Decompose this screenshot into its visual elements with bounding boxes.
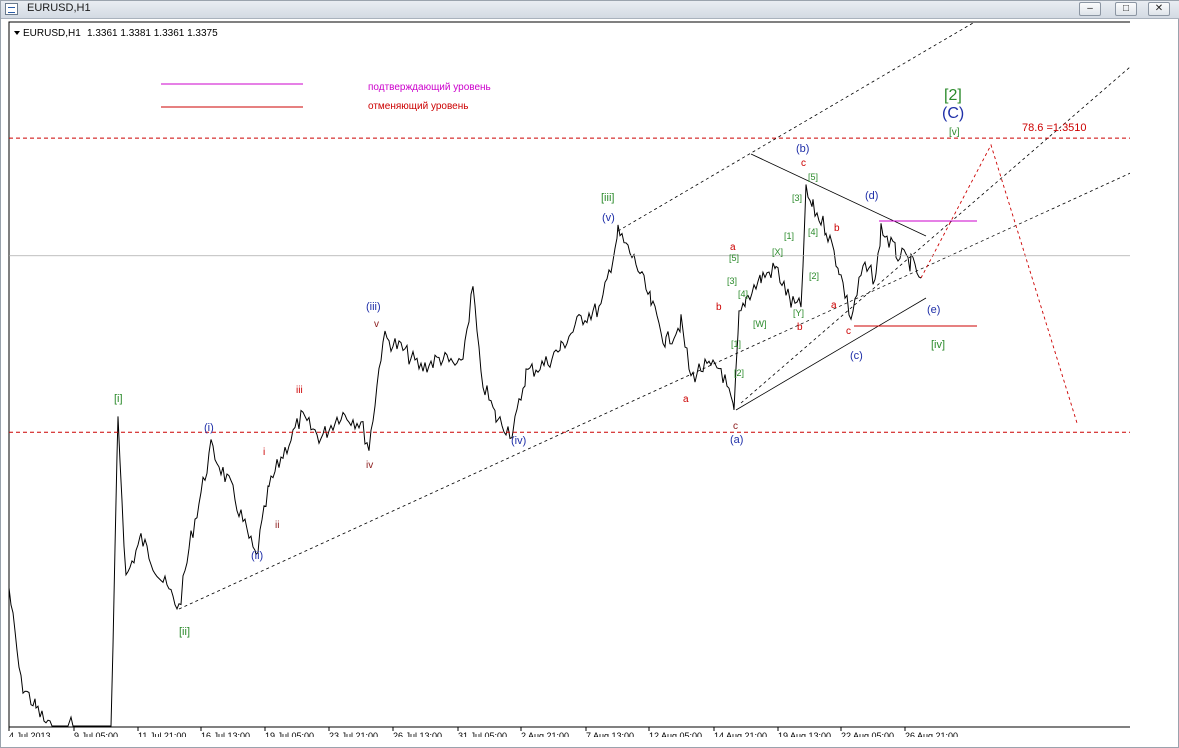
wave-label: c <box>733 421 738 432</box>
x-tick-label: 2 Aug 21:00 <box>521 731 569 737</box>
x-tick-label: 9 Jul 05:00 <box>74 731 118 737</box>
chart-symbol-label: EURUSD,H1 <box>23 28 81 39</box>
channel-lower-line <box>178 172 1130 610</box>
wave-label: b <box>716 302 722 313</box>
x-tick-label: 22 Aug 05:00 <box>841 731 894 737</box>
wave-label: [2] <box>944 87 962 104</box>
chart-menu-arrow-icon[interactable] <box>14 31 20 35</box>
wave-label: iv <box>366 460 373 471</box>
x-tick-label: 23 Jul 21:00 <box>329 731 378 737</box>
legend-confirm-label: подтверждающий уровень <box>368 82 491 93</box>
wave-label: (b) <box>796 143 809 155</box>
restore-button[interactable]: □ <box>1115 2 1137 16</box>
wave-label: [1] <box>784 231 794 241</box>
minimize-button[interactable]: – <box>1079 2 1101 16</box>
wave-label: [3] <box>727 276 737 286</box>
wave-label: (c) <box>850 350 863 362</box>
x-tick-label: 4 Jul 2013 <box>9 731 51 737</box>
x-tick-label: 26 Aug 21:00 <box>905 731 958 737</box>
wave-label: (v) <box>602 212 615 224</box>
wave-label: v <box>374 319 379 330</box>
wave-label: [5] <box>729 253 739 263</box>
fib-target-label: 78.6 =1.3510 <box>1022 122 1087 134</box>
wave-label: [ii] <box>179 626 190 638</box>
wave-label: [Y] <box>793 308 804 318</box>
wave-label: [3] <box>792 193 802 203</box>
wave-label: ii <box>275 520 279 531</box>
x-tick-label: 11 Jul 21:00 <box>138 731 186 737</box>
wave-label: a <box>730 242 736 253</box>
wave-label: (d) <box>865 190 878 202</box>
channel-mid-line <box>740 66 1130 404</box>
price-series-line <box>8 184 922 727</box>
wave-label: [v] <box>949 127 960 138</box>
wave-label: [2] <box>734 368 744 378</box>
wave-label: (ii) <box>251 550 263 562</box>
wave-label: (e) <box>927 304 940 316</box>
x-tick-label: 7 Aug 13:00 <box>586 731 634 737</box>
wave-label: b <box>834 223 840 234</box>
x-tick-label: 19 Jul 05:00 <box>265 731 314 737</box>
wave-label: i <box>263 447 265 458</box>
chart-window-icon <box>5 3 18 15</box>
wave-label: [4] <box>808 227 818 237</box>
wave-label: b <box>797 322 803 333</box>
x-tick-label: 12 Aug 05:00 <box>649 731 702 737</box>
x-tick-label: 19 Aug 13:00 <box>778 731 831 737</box>
forecast-path <box>920 143 1078 424</box>
window-titlebar[interactable]: EURUSD,H1 – □ ✕ <box>1 1 1179 19</box>
wave-label: [X] <box>772 247 783 257</box>
wave-label: (i) <box>204 422 214 434</box>
plot-border <box>8 21 1130 728</box>
wave-label: [iii] <box>601 192 614 204</box>
wave-label: (iii) <box>366 301 381 313</box>
wave-label: iii <box>296 385 303 396</box>
wave-label: [4] <box>738 289 748 299</box>
window-title: EURUSD,H1 <box>27 2 91 14</box>
x-tick-label: 14 Aug 21:00 <box>714 731 767 737</box>
wave-label: (a) <box>730 434 743 446</box>
chart-window: EURUSD,H1 – □ ✕ EURUSD,H1 1.3361 1.3381 … <box>0 0 1179 748</box>
wave-label: a <box>831 300 837 311</box>
wave-label: (iv) <box>511 435 526 447</box>
wave-label: [i] <box>114 393 123 405</box>
wave-label: [5] <box>808 172 818 182</box>
legend-cancel-label: отменяющий уровень <box>368 101 468 112</box>
wave-label: [2] <box>809 271 819 281</box>
wave-label: c <box>801 158 806 169</box>
wave-label: a <box>683 394 689 405</box>
wave-label: c <box>846 326 851 337</box>
chart-ohlc-label: 1.3361 1.3381 1.3361 1.3375 <box>87 28 218 39</box>
triangle-lower-line <box>735 297 927 411</box>
wave-label: (C) <box>942 105 964 122</box>
wave-label: [iv] <box>931 339 945 351</box>
price-chart[interactable]: EURUSD,H1 1.3361 1.3381 1.3361 1.3375 по… <box>1 18 1130 737</box>
x-tick-label: 16 Jul 13:00 <box>201 731 250 737</box>
x-tick-label: 31 Jul 05:00 <box>458 731 507 737</box>
wave-label: [W] <box>753 319 767 329</box>
close-button[interactable]: ✕ <box>1148 2 1170 16</box>
x-tick-label: 26 Jul 13:00 <box>393 731 442 737</box>
wave-label: [1] <box>731 339 741 349</box>
